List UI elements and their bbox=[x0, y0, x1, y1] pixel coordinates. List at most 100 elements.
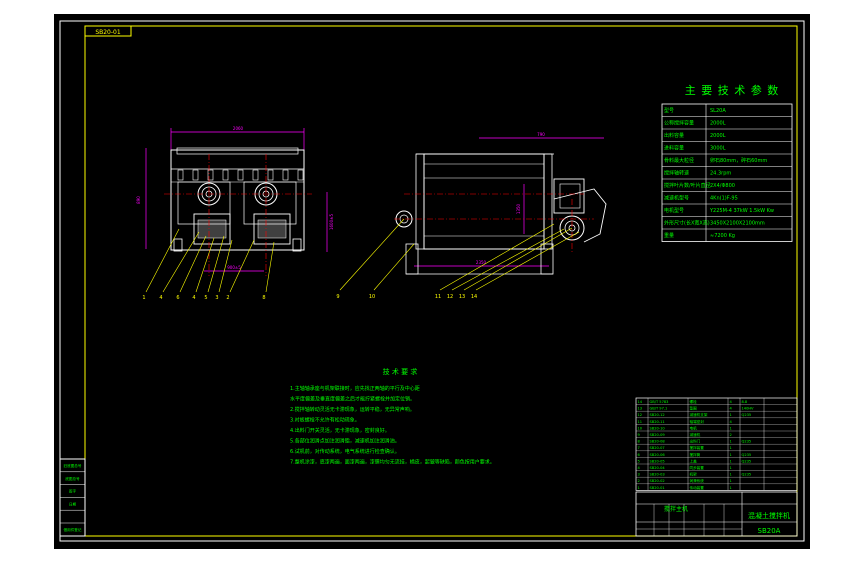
bom-cell: 11 bbox=[638, 420, 643, 424]
dim-side-top: 790 bbox=[537, 132, 545, 137]
bom-cell: 电机 bbox=[690, 425, 698, 430]
part-label: 8 bbox=[262, 295, 265, 301]
bom-cell: 4 bbox=[730, 400, 733, 404]
param-value: 2000L bbox=[710, 121, 726, 127]
bom-cell: 润滑系统 bbox=[690, 478, 705, 483]
bom-cell: SB20-08 bbox=[650, 440, 666, 444]
notes-title: 技 术 要 求 bbox=[383, 367, 418, 376]
bom-cell: Q235 bbox=[742, 440, 752, 444]
bom-cell: SB20-04 bbox=[650, 466, 666, 470]
bom-cell: 轴端密封 bbox=[690, 419, 705, 424]
bom-cell: 减速机支架 bbox=[690, 412, 708, 417]
bom-cell: Q235 bbox=[742, 413, 752, 417]
param-label: 外形尺寸(长X宽X高) bbox=[664, 220, 710, 227]
param-value: Y225M-4 37kW 1.5kW Kw bbox=[709, 208, 774, 214]
side-block-label: 签字 bbox=[69, 489, 77, 494]
bom-cell: Q235 bbox=[742, 473, 752, 477]
cad-drawing-svg: SB20-01 旧底图总号底图总号签字日期借用件登记 2060 890 1600… bbox=[59, 20, 805, 542]
bom-cell: 14 bbox=[638, 400, 643, 404]
part-label: 1 bbox=[142, 295, 145, 301]
part-label: 14 bbox=[471, 294, 477, 300]
bom-cell: SB20-05 bbox=[650, 459, 665, 463]
bom-cell: 1 bbox=[730, 426, 732, 430]
bom-cell: 减速机 bbox=[690, 432, 701, 437]
param-label: 搅拌轴转速 bbox=[664, 170, 689, 177]
bom-cell: SB20-12 bbox=[650, 413, 665, 417]
param-value: 2X4/Φ800 bbox=[710, 183, 735, 189]
bom-cell: 4 bbox=[638, 466, 641, 470]
bom-cell: 出料门 bbox=[690, 439, 701, 444]
dim-front-width: 2060 bbox=[233, 126, 244, 131]
param-label: 型号 bbox=[664, 107, 674, 114]
note-line: 2.搅拌轴转动灵活无卡滞现象，运转平稳，无异常声响。 bbox=[290, 406, 415, 413]
param-label: 公称搅拌容量 bbox=[664, 120, 694, 127]
note-line: 3.衬板螺栓不允许有松动现象。 bbox=[290, 417, 360, 424]
part-label: 2 bbox=[226, 295, 229, 301]
cad-canvas[interactable]: SB20-01 旧底图总号 底图总号 签字 日期 借用件登记 2060 890 1600… bbox=[54, 14, 810, 549]
side-block-label: 日期 bbox=[69, 501, 77, 506]
bom-cell: 垫圈 bbox=[690, 406, 698, 411]
bom-cell: 13 bbox=[638, 407, 643, 411]
side-block-label: 借用件登记 bbox=[64, 527, 82, 532]
bom-cell: SB20-09 bbox=[650, 433, 666, 437]
side-block-label: 底图总号 bbox=[65, 476, 80, 481]
param-label: 进料容量 bbox=[664, 145, 684, 152]
dim-side-right: 1350 bbox=[516, 203, 521, 214]
bom-cell: SB20-06 bbox=[650, 453, 666, 457]
note-line: 4.出料门开关灵活，无卡滞现象，密封良好。 bbox=[290, 427, 390, 434]
bom-cell: 1 bbox=[730, 479, 732, 483]
param-value: ≈7200 Kg bbox=[710, 233, 735, 239]
bom-cell: SB20-07 bbox=[650, 446, 665, 450]
param-label: 重量 bbox=[664, 232, 674, 239]
part-label: 9 bbox=[336, 294, 339, 300]
param-label: 出料容量 bbox=[664, 132, 684, 139]
param-value: 3000L bbox=[710, 146, 726, 152]
bom-cell: 传动装置 bbox=[690, 485, 705, 490]
note-line: 1.主轴轴承座与机架联接时，应先找正两轴的平行及中心距 bbox=[290, 385, 420, 392]
note-line: 5.各部位润滑点加注润滑脂，减速机加注润滑油。 bbox=[290, 438, 400, 445]
bom-cell: 同步装置 bbox=[690, 465, 705, 470]
param-label: 搅拌叶片数/叶片直径 bbox=[664, 182, 711, 189]
dim-front-height: 890 bbox=[136, 196, 141, 204]
bom-cell: 2 bbox=[638, 479, 640, 483]
params-table: 型号 SL20A 公称搅拌容量 2000L 出料容量 2000L 进料容量 3000L 骨料最大… bbox=[661, 103, 793, 242]
bom-cell: 2 bbox=[730, 433, 732, 437]
title-block: 搅拌主机 混凝土搅拌机 SB20A bbox=[635, 491, 798, 537]
bom-cell: 12 bbox=[638, 413, 643, 417]
note-line: 7.整机涂漆，底漆两遍，面漆两遍，漆膜均匀无流挂，橘皮，起皱等缺陷，颜色按用户要… bbox=[290, 459, 495, 466]
drawing-sheet: SB20-01 旧底图总号 底图总号 签字 日期 借用件登记 2060 890 1600… bbox=[0, 0, 867, 562]
bom-cell: 1 bbox=[730, 453, 732, 457]
bom-cell: 1 bbox=[730, 486, 732, 490]
bom-cell: 5 bbox=[638, 459, 640, 463]
title-project: 混凝土搅拌机 bbox=[748, 511, 790, 520]
part-label: 12 bbox=[447, 294, 453, 300]
bom-cell: SB20-03 bbox=[650, 473, 665, 477]
bom-cell: 螺栓 bbox=[690, 399, 698, 404]
bom-cell: 4 bbox=[730, 420, 733, 424]
param-value: 2000L bbox=[710, 133, 726, 139]
bom-cell: 1 bbox=[730, 459, 732, 463]
title-name: 搅拌主机 bbox=[664, 505, 688, 513]
front-view: 2060 890 1600±5 900±5 1 4 6 4 5 3 2 8 bbox=[136, 126, 334, 301]
param-label: 电机型号 bbox=[664, 207, 684, 214]
bom-cell: Q235 bbox=[742, 453, 752, 457]
bom-cell: 1 bbox=[730, 446, 732, 450]
part-label: 5 bbox=[204, 295, 207, 301]
side-block-label: 旧底图总号 bbox=[64, 463, 82, 468]
param-value: 24.3rpm bbox=[710, 171, 731, 177]
bom-cell: 1 bbox=[730, 473, 732, 477]
part-label: 6 bbox=[176, 295, 179, 301]
param-value: SL20A bbox=[710, 108, 726, 114]
bom-cell: SB20-02 bbox=[650, 479, 665, 483]
bom-cell: 机架 bbox=[690, 472, 698, 477]
bom-cell: 4 bbox=[730, 407, 733, 411]
left-side-block: 旧底图总号底图总号签字日期借用件登记 bbox=[59, 458, 86, 537]
part-label: 10 bbox=[369, 294, 375, 300]
note-line: 6.试机前，对传动系统，电气系统进行检查确认。 bbox=[290, 448, 400, 455]
technical-notes: 1.主轴轴承座与机架联接时，应先找正两轴的平行及中心距 水平度偏差及垂直度偏差之… bbox=[290, 385, 495, 466]
bom-cell: 10 bbox=[638, 426, 643, 430]
part-label: 13 bbox=[459, 294, 465, 300]
params-title: 主 要 技 术 参 数 bbox=[685, 83, 779, 97]
bom-cell: 1 bbox=[730, 440, 732, 444]
bom-cell: 搅拌装置 bbox=[690, 445, 705, 450]
